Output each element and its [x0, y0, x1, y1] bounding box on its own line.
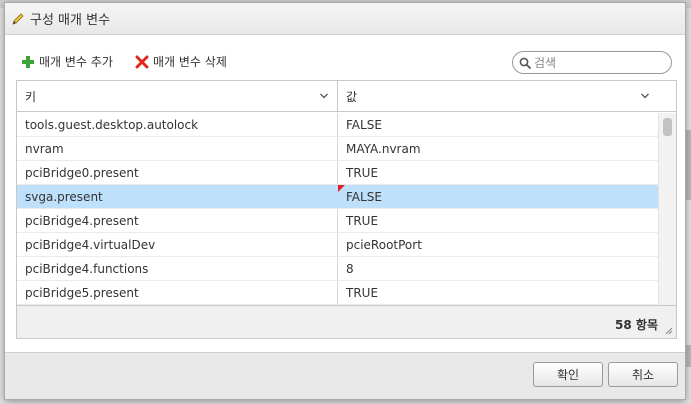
delete-parameter-button[interactable]: 매개 변수 삭제: [135, 53, 227, 70]
table-row[interactable]: pciBridge0.present TRUE: [17, 161, 659, 185]
search-input[interactable]: [534, 55, 664, 70]
add-parameter-button[interactable]: 매개 변수 추가: [21, 53, 113, 70]
row-value[interactable]: pcieRootPort: [338, 233, 659, 256]
table-row[interactable]: pciBridge4.present TRUE: [17, 209, 659, 233]
row-key: svga.present: [17, 185, 338, 208]
chevron-down-icon[interactable]: [640, 91, 650, 101]
column-header-value-label: 값: [346, 89, 358, 104]
column-header-key[interactable]: 키: [17, 81, 338, 111]
resize-grip-icon[interactable]: [665, 327, 673, 335]
dialog-title: 구성 매개 변수: [30, 13, 111, 28]
row-value[interactable]: FALSE: [338, 113, 659, 136]
toolbar: 매개 변수 추가 매개 변수 삭제: [17, 49, 673, 75]
table-row[interactable]: pciBridge4.functions 8: [17, 257, 659, 281]
grid-header: 키 값: [17, 81, 676, 112]
ok-button[interactable]: 확인: [533, 362, 603, 387]
table-row[interactable]: pciBridge4.virtualDev pcieRootPort: [17, 233, 659, 257]
vertical-scrollbar[interactable]: [658, 113, 676, 307]
row-value[interactable]: TRUE: [338, 161, 659, 184]
scrollbar-thumb[interactable]: [663, 118, 672, 136]
row-value[interactable]: TRUE: [338, 209, 659, 232]
row-key: pciBridge4.functions: [17, 257, 338, 280]
row-value[interactable]: TRUE: [338, 281, 659, 304]
table-row[interactable]: tools.guest.desktop.autolock FALSE: [17, 113, 659, 137]
edited-cell-marker: [338, 185, 345, 192]
row-value[interactable]: MAYA.nvram: [338, 137, 659, 160]
dialog-footer: 확인 취소: [5, 352, 685, 399]
grid-footer: 58 항목: [17, 305, 676, 338]
row-key: pciBridge4.virtualDev: [17, 233, 338, 256]
row-value[interactable]: FALSE: [338, 185, 659, 208]
column-header-key-label: 키: [25, 89, 37, 104]
config-parameters-dialog: 구성 매개 변수 매개 변수 추가 매개 변수 삭제 키: [4, 2, 686, 400]
chevron-down-icon[interactable]: [319, 91, 329, 101]
grid-rows: tools.guest.desktop.autolock FALSE nvram…: [17, 113, 659, 307]
dialog-titlebar[interactable]: 구성 매개 변수: [5, 3, 685, 35]
row-key: tools.guest.desktop.autolock: [17, 113, 338, 136]
item-count: 58 항목: [615, 318, 658, 332]
x-icon: [135, 55, 149, 68]
table-row-selected[interactable]: svga.present FALSE: [17, 185, 659, 209]
cancel-button[interactable]: 취소: [608, 362, 678, 387]
search-icon: [519, 57, 531, 69]
column-header-value[interactable]: 값: [338, 81, 658, 111]
row-key: nvram: [17, 137, 338, 160]
row-key: pciBridge5.present: [17, 281, 338, 304]
row-value[interactable]: 8: [338, 257, 659, 280]
table-row[interactable]: nvram MAYA.nvram: [17, 137, 659, 161]
parameters-grid: 키 값 tools.guest.desktop.autolock FALSE n…: [16, 80, 677, 339]
row-key: pciBridge4.present: [17, 209, 338, 232]
row-key: pciBridge0.present: [17, 161, 338, 184]
pencil-icon: [12, 12, 24, 25]
plus-icon: [22, 55, 34, 68]
add-parameter-label: 매개 변수 추가: [39, 55, 113, 69]
table-row[interactable]: pciBridge5.present TRUE: [17, 281, 659, 305]
delete-parameter-label: 매개 변수 삭제: [153, 55, 227, 69]
search-box[interactable]: [512, 51, 672, 74]
